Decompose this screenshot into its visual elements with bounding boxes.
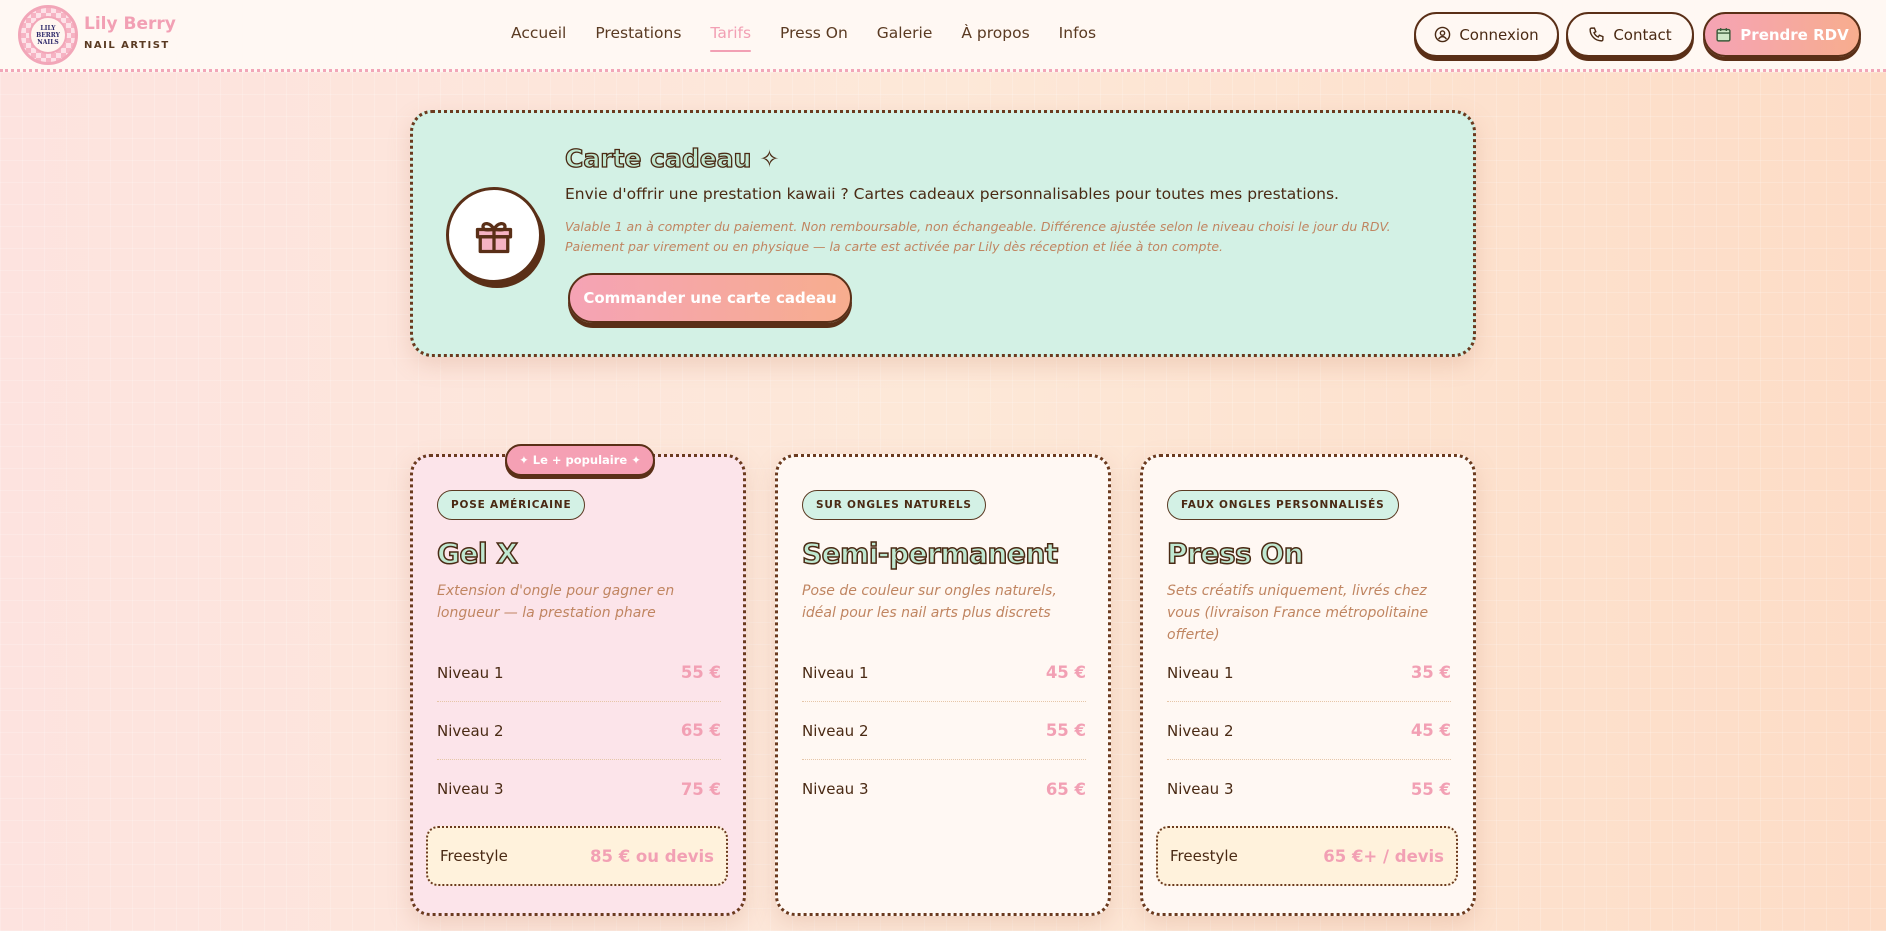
price-row-label: Niveau 3	[437, 780, 504, 798]
card-title: Gel X	[436, 536, 518, 571]
price-row: Niveau 1 45 €	[802, 644, 1086, 702]
book-appointment-label: Prendre RDV	[1740, 25, 1849, 44]
price-row-label: Niveau 2	[802, 721, 869, 740]
price-row-value: 55 €	[1045, 721, 1086, 740]
price-row-label: Niveau 2	[1167, 721, 1234, 740]
book-appointment-button[interactable]: Prendre RDV	[1703, 12, 1861, 57]
gift-card-title: Carte cadeau ✧	[564, 143, 780, 173]
order-gift-card-button[interactable]: Commander une carte cadeau	[568, 273, 852, 323]
contact-button[interactable]: Contact	[1566, 12, 1694, 57]
gift-card-description: Envie d'offrir une prestation kawaii ? C…	[565, 185, 1339, 203]
logo-badge[interactable]: LILY BERRY NAILS	[18, 5, 78, 65]
price-row: Niveau 3 55 €	[1167, 760, 1451, 818]
card-description: Pose de couleur sur ongles naturels, idé…	[802, 583, 1057, 621]
price-card-press-on: FAUX ONGLES PERSONNALISÉS Press On Sets …	[1140, 454, 1476, 916]
logo-badge-text: LILY BERRY NAILS	[29, 16, 67, 54]
nav-item-tarifs[interactable]: Tarifs	[710, 22, 751, 52]
price-row: Niveau 2 55 €	[802, 702, 1086, 760]
freestyle-row: Freestyle 65 €+ / devis	[1156, 826, 1458, 886]
price-row-label: Niveau 3	[1167, 780, 1234, 798]
user-circle-icon	[1435, 26, 1451, 43]
logo-badge-line1: LILY	[40, 24, 56, 32]
card-description: Sets créatifs uniquement, livrés chez vo…	[1167, 583, 1429, 643]
popular-badge: ✦ Le + populaire ✦	[505, 444, 655, 476]
price-row: Niveau 2 65 €	[437, 702, 721, 760]
price-row-value: 45 €	[1045, 663, 1086, 682]
card-tag: SUR ONGLES NATURELS	[802, 490, 986, 520]
gift-card-note: Valable 1 an à compter du paiement. Non …	[565, 219, 1391, 254]
price-row-value: 55 €	[1410, 779, 1451, 799]
card-tag: FAUX ONGLES PERSONNALISÉS	[1167, 490, 1399, 520]
brand-name[interactable]: Lily Berry	[84, 14, 176, 34]
price-row-value: 55 €	[680, 663, 721, 682]
price-row-value: 75 €	[680, 779, 721, 799]
price-row-label: Niveau 2	[437, 721, 504, 740]
nav-item-prestations[interactable]: Prestations	[595, 22, 681, 44]
nav-item-press-on[interactable]: Press On	[780, 22, 848, 44]
price-row-value: 35 €	[1410, 663, 1451, 682]
freestyle-price: 65 €+ / devis	[1323, 846, 1444, 866]
freestyle-price: 85 € ou devis	[590, 846, 714, 866]
gift-card-title-text: Carte cadeau	[564, 143, 752, 173]
freestyle-label: Freestyle	[440, 847, 508, 865]
price-row: Niveau 1 55 €	[437, 644, 721, 702]
price-row: Niveau 3 65 €	[802, 760, 1086, 818]
card-title: Semi-permanent	[801, 536, 1059, 571]
nav-item-infos[interactable]: Infos	[1059, 22, 1096, 44]
site-header: LILY BERRY NAILS Lily Berry NAIL ARTIST …	[0, 0, 1886, 72]
nav-item-galerie[interactable]: Galerie	[877, 22, 933, 44]
nav-item-a-propos[interactable]: À propos	[961, 22, 1029, 44]
logo-badge-line2: BERRY	[36, 31, 60, 39]
price-row: Niveau 2 45 €	[1167, 702, 1451, 760]
login-button[interactable]: Connexion	[1414, 12, 1559, 57]
price-row-label: Niveau 1	[802, 663, 869, 682]
gift-icon	[446, 187, 542, 283]
price-row-value: 65 €	[680, 721, 721, 740]
main-nav: Accueil Prestations Tarifs Press On Gale…	[511, 22, 1125, 52]
price-card-semi-permanent: SUR ONGLES NATURELS Semi-permanent Pose …	[775, 454, 1111, 916]
price-row-value: 45 €	[1410, 721, 1451, 740]
price-card-gel-x: ✦ Le + populaire ✦ POSE AMÉRICAINE Gel X…	[410, 444, 746, 916]
price-row: Niveau 3 75 €	[437, 760, 721, 818]
card-description: Extension d'ongle pour gagner en longueu…	[437, 583, 675, 621]
card-title: Press On	[1166, 536, 1304, 571]
contact-button-label: Contact	[1613, 25, 1672, 44]
logo-badge-line3: NAILS	[37, 38, 59, 46]
price-row: Niveau 1 35 €	[1167, 644, 1451, 702]
card-tag: POSE AMÉRICAINE	[437, 490, 586, 520]
login-button-label: Connexion	[1459, 25, 1539, 44]
nav-item-accueil[interactable]: Accueil	[511, 22, 566, 44]
gift-card-section: Carte cadeau ✧ Envie d'offrir une presta…	[410, 110, 1476, 357]
price-row-label: Niveau 1	[437, 663, 504, 682]
calendar-icon	[1716, 28, 1731, 42]
freestyle-row: Freestyle 85 € ou devis	[426, 826, 728, 886]
phone-icon	[1589, 27, 1604, 42]
freestyle-label: Freestyle	[1170, 847, 1238, 865]
brand-subtitle: NAIL ARTIST	[84, 40, 170, 51]
price-row-label: Niveau 3	[802, 780, 869, 798]
sparkle-icon: ✧	[759, 144, 780, 173]
price-row-value: 65 €	[1045, 779, 1086, 799]
price-row-label: Niveau 1	[1167, 663, 1234, 682]
